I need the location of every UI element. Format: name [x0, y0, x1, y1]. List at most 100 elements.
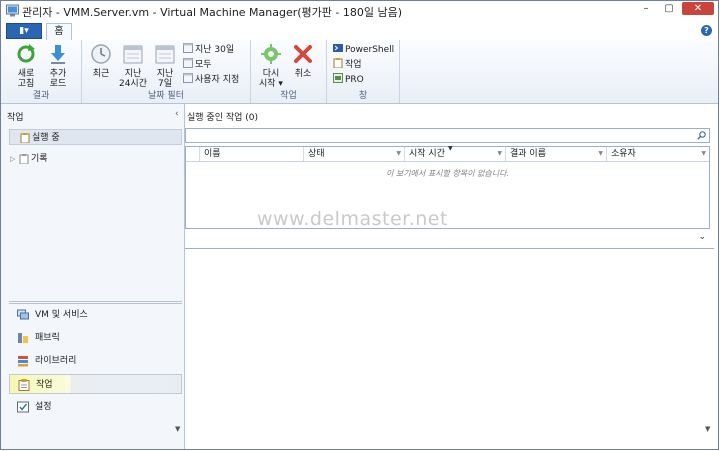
filter-dropdown-icon[interactable]: ▼ — [598, 147, 603, 161]
tree-item-history[interactable]: ▷ 기록 — [9, 151, 182, 167]
workspace-label: 패브릭 — [35, 333, 60, 343]
last-7d-label: 지난 7일 — [156, 69, 174, 89]
pro-icon — [333, 73, 343, 83]
last-24h-label: 지난 24시간 — [118, 69, 147, 89]
calendar-week-icon — [155, 45, 175, 64]
download-arrow-icon — [51, 45, 65, 64]
main-scroll-down-icon[interactable]: ▼ — [705, 425, 710, 433]
vmm-app-icon — [6, 4, 19, 17]
watermark-text: www.delmaster.net — [257, 208, 448, 230]
fabric-icon — [18, 333, 28, 343]
vm-services-icon — [17, 309, 29, 320]
tree-item-label: 기록 — [31, 154, 48, 164]
main-content: 실행 중인 작업 (0) 이름 상태 ▼ 시작 시간 ▼ ▼ 결과 이름 ▼ 소유자 ▼ … — [185, 104, 718, 449]
search-input[interactable] — [185, 128, 710, 143]
workspace-vm-services[interactable]: VM 및 서비스 — [9, 305, 182, 325]
grid-header-icon-column[interactable] — [186, 147, 200, 161]
restore-button[interactable]: ▢ — [659, 2, 679, 16]
expand-arrow-icon[interactable]: ▷ — [10, 151, 15, 167]
restart-button[interactable]: 다시 시작 ▾ — [256, 43, 286, 89]
load-more-label: 추가 로드 — [49, 69, 67, 89]
workspace-label: VM 및 서비스 — [35, 310, 88, 320]
load-more-button[interactable]: 추가 로드 — [43, 43, 73, 89]
filter-dropdown-icon[interactable]: ▼ — [396, 147, 401, 161]
pane-splitter[interactable] — [9, 301, 182, 304]
workspace-library[interactable]: 라이브러리 — [9, 351, 182, 371]
application-window: 관리자 - VMM.Server.vm - Virtual Machine Ma… — [0, 0, 719, 450]
calendar-small-icon — [183, 58, 193, 68]
column-header-label: 결과 이름 — [510, 149, 546, 159]
ribbon-tab-strip: ▮▾ 홈 ? — [1, 21, 718, 41]
pro-button[interactable]: PRO — [333, 73, 364, 86]
last-7d-button[interactable]: 지난 7일 — [150, 43, 180, 89]
custom-date-label: 사용자 지정 — [195, 75, 240, 85]
workspace-fabric[interactable]: 패브릭 — [9, 328, 182, 348]
running-jobs-title: 실행 중인 작업 (0) — [187, 113, 259, 123]
calendar-icon — [123, 45, 143, 64]
ribbon-group-job: 다시 시작 ▾ 취소 작업 — [251, 40, 327, 103]
restart-gear-icon — [261, 44, 281, 64]
calendar-small-icon — [183, 43, 193, 53]
jobs-clipboard-icon — [333, 58, 343, 68]
minimize-button[interactable]: – — [636, 2, 656, 16]
jobs-icon — [18, 379, 30, 391]
filter-dropdown-icon[interactable]: ▼ — [701, 147, 706, 161]
group-label-date-filter: 날짜 필터 — [148, 91, 184, 101]
pro-label: PRO — [345, 75, 364, 85]
tree-item-label: 실행 중 — [32, 133, 60, 143]
tab-home[interactable]: 홈 — [46, 23, 72, 41]
sort-descending-icon: ▼ — [448, 145, 453, 152]
refresh-label: 새로 고침 — [17, 69, 35, 89]
history-clipboard-icon — [19, 154, 29, 164]
workspace-settings[interactable]: 설정 — [9, 397, 182, 417]
cancel-x-icon — [294, 45, 312, 63]
close-button[interactable]: ✕ — [682, 2, 714, 15]
column-header-start-time[interactable]: 시작 시간 ▼ ▼ — [405, 145, 506, 161]
refresh-button[interactable]: 새로 고침 — [11, 43, 41, 89]
custom-date-button[interactable]: 사용자 지정 — [183, 73, 239, 86]
group-label-results: 결과 — [32, 91, 50, 101]
workspace-label: 작업 — [36, 380, 53, 390]
last-30d-label: 지난 30일 — [195, 45, 235, 55]
group-label-job: 작업 — [280, 91, 297, 101]
help-icon[interactable]: ? — [701, 25, 712, 36]
search-icon[interactable] — [697, 131, 706, 140]
filter-dropdown-icon[interactable]: ▼ — [497, 147, 502, 161]
workspace-label: 라이브러리 — [35, 356, 77, 366]
column-header-label: 이름 — [204, 149, 221, 159]
jobs-window-label: 작업 — [345, 60, 362, 70]
column-header-label: 상태 — [308, 149, 325, 159]
ribbon-group-window: PowerShell 작업 PRO 창 — [327, 40, 400, 103]
cancel-job-button[interactable]: 취소 — [288, 43, 318, 79]
recent-button[interactable]: 최근 — [86, 43, 116, 79]
powershell-icon — [333, 44, 343, 52]
file-menu-button[interactable]: ▮▾ — [6, 23, 42, 39]
last-30d-button[interactable]: 지난 30일 — [183, 43, 234, 56]
ribbon-group-date-filter: 최근 지난 24시간 지난 7일 지난 30일 모두 사용자 지정 날짜 필터 — [82, 40, 251, 103]
column-header-label: 소유자 — [611, 149, 636, 159]
refresh-icon — [17, 44, 35, 63]
window-title: 관리자 - VMM.Server.vm - Virtual Machine Ma… — [22, 6, 403, 19]
group-label-window: 창 — [358, 91, 368, 101]
workspace-jobs[interactable]: 작업 — [9, 374, 182, 394]
workspace-label: 설정 — [35, 402, 52, 412]
nav-scroll-down-icon[interactable]: ▼ — [175, 425, 180, 433]
ribbon: 새로 고침 추가 로드 결과 최근 지난 24시간 지난 7일 지난 30일 모… — [1, 40, 718, 104]
powershell-label: PowerShell — [345, 45, 395, 55]
navigation-pane-title: 작업 — [7, 113, 24, 123]
column-header-owner[interactable]: 소유자 ▼ — [607, 147, 709, 161]
settings-icon — [17, 401, 29, 413]
ribbon-group-results: 새로 고침 추가 로드 결과 — [1, 40, 82, 103]
last-24h-button[interactable]: 지난 24시간 — [118, 43, 148, 89]
all-dates-button[interactable]: 모두 — [183, 58, 212, 71]
jobs-window-button[interactable]: 작업 — [333, 58, 362, 71]
column-header-name[interactable]: 이름 — [200, 147, 304, 161]
library-icon — [18, 356, 28, 367]
column-header-result-name[interactable]: 결과 이름 ▼ — [506, 147, 607, 161]
powershell-button[interactable]: PowerShell — [333, 43, 394, 56]
chevron-down-icon[interactable]: ⌄ — [698, 232, 706, 242]
details-pane-bar[interactable]: ⌄ — [185, 229, 714, 249]
tree-item-running[interactable]: 실행 중 — [9, 129, 182, 145]
column-header-status[interactable]: 상태 ▼ — [304, 147, 405, 161]
collapse-pane-icon[interactable]: ‹ — [175, 109, 179, 119]
